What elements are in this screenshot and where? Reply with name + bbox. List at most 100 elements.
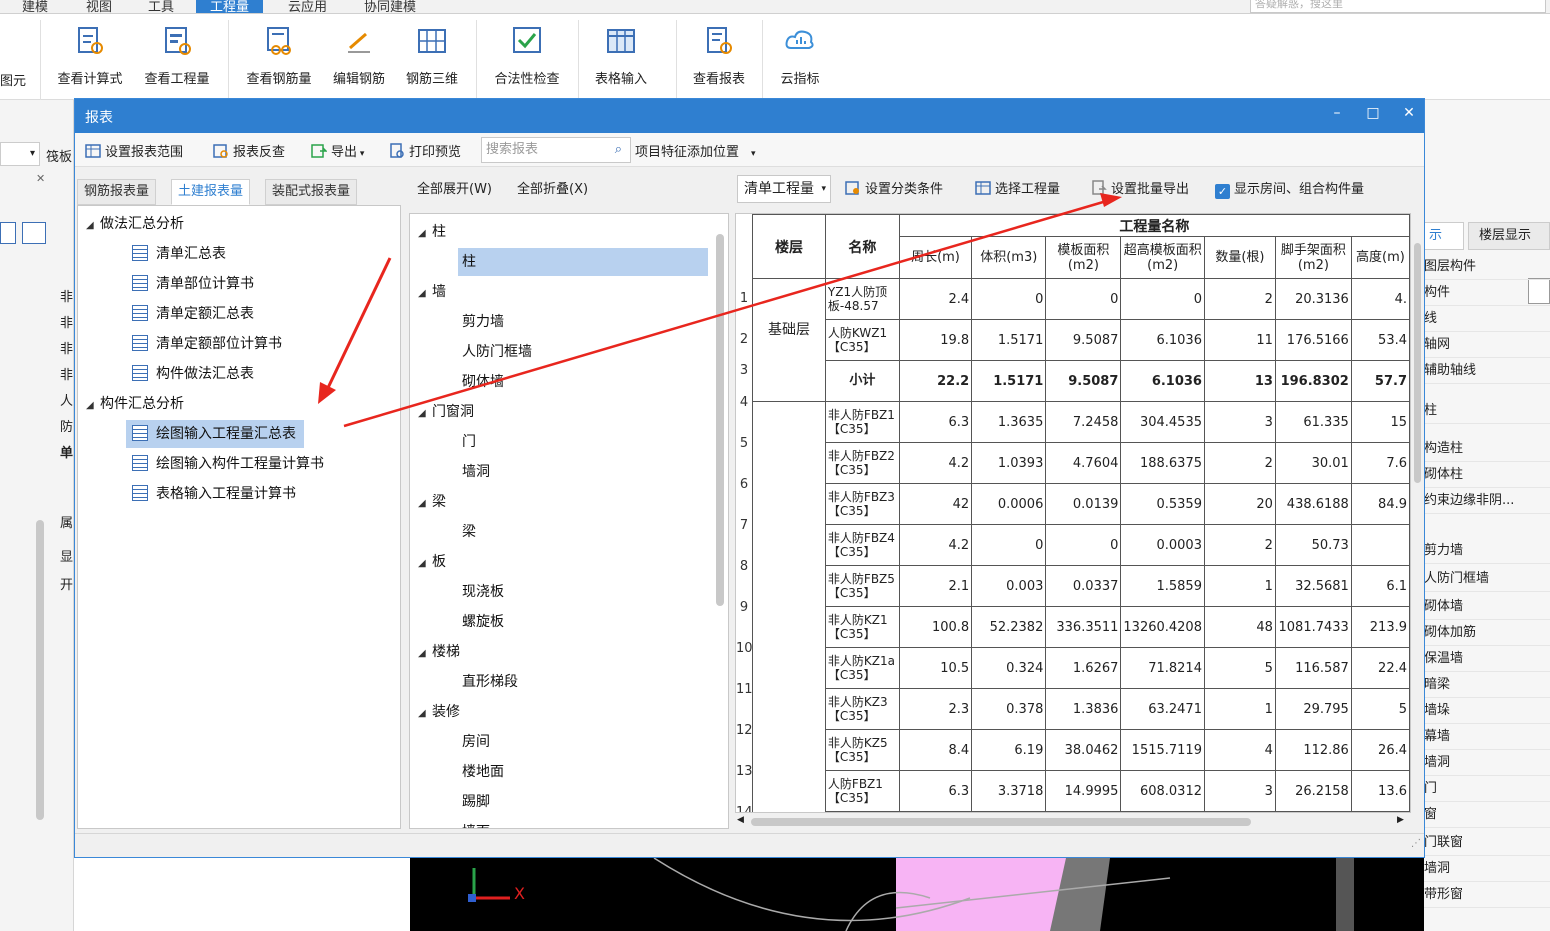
tree-node-slab[interactable]: ◢ 板 — [418, 548, 446, 576]
value-cell[interactable]: 5 — [1350, 688, 1410, 730]
expand-triangle-icon[interactable]: ◢ — [418, 400, 432, 428]
value-cell[interactable]: 30.01 — [1274, 442, 1352, 484]
col-header-name[interactable]: 名称 — [824, 214, 900, 279]
value-cell[interactable]: 336.3511 — [1045, 606, 1122, 648]
value-cell[interactable]: 13 — [1203, 360, 1276, 402]
set-category-button[interactable]: 设置分类条件 — [845, 175, 943, 205]
expand-triangle-icon[interactable]: ◢ — [418, 220, 432, 248]
show-rooms-checkbox[interactable]: ✓ 显示房间、组合构件量 — [1215, 175, 1364, 205]
expand-triangle-icon[interactable]: ◢ — [418, 550, 432, 578]
value-cell[interactable] — [1350, 524, 1410, 566]
value-cell[interactable]: 32.5681 — [1274, 565, 1352, 607]
menu-quantity[interactable]: 工程量 — [196, 0, 264, 13]
tree-leaf[interactable]: 直形梯段 — [462, 668, 518, 696]
grid-view-icon[interactable] — [22, 222, 46, 244]
value-cell[interactable]: 176.5166 — [1274, 319, 1352, 361]
layer-list-item[interactable]: 门联窗 — [1424, 830, 1550, 856]
value-cell[interactable]: 2.1 — [898, 565, 973, 607]
report-item[interactable]: 绘图输入构件工程量计算书 — [132, 450, 324, 478]
tree-leaf[interactable]: 剪力墙 — [462, 308, 504, 336]
table-row[interactable]: 非人防KZ3【C35】 2.3 0.378 1.3836 63.2471 1 29.795 5 — [753, 688, 1410, 730]
value-cell[interactable]: 0 — [1045, 524, 1122, 566]
value-cell[interactable]: 9.5087 — [1045, 360, 1122, 402]
table-row[interactable]: 小计 22.2 1.5171 9.5087 6.1036 13 196.8302 57.7 — [753, 360, 1410, 402]
tree-node-column[interactable]: ◢ 柱 — [418, 218, 446, 246]
select-quantity-button[interactable]: 选择工程量 — [975, 175, 1060, 205]
name-cell[interactable]: 非人防KZ5【C35】 — [824, 729, 900, 771]
col-header-floor[interactable]: 楼层 — [752, 214, 826, 279]
table-row[interactable]: 非人防FBZ5【C35】 2.1 0.003 0.0337 1.5859 1 32.5681… — [753, 565, 1410, 607]
value-cell[interactable]: 0.0006 — [971, 483, 1047, 525]
value-cell[interactable]: 13260.4208 — [1120, 606, 1205, 648]
col-header[interactable]: 周长(m) — [898, 236, 973, 279]
layer-list-item[interactable]: 墙洞 — [1424, 750, 1550, 776]
reverse-check-button[interactable]: 报表反查 — [213, 141, 285, 160]
name-cell[interactable]: 人防KWZ1【C35】 — [824, 319, 900, 361]
validity-check-button[interactable]: 合法性检查 — [488, 24, 566, 87]
value-cell[interactable]: 10.5 — [898, 647, 973, 689]
value-cell[interactable]: 6.1036 — [1120, 319, 1205, 361]
name-cell[interactable]: 人防FBZ1【C35】 — [824, 770, 900, 812]
name-cell[interactable]: 非人防FBZ1【C35】 — [824, 401, 900, 443]
value-cell[interactable]: 1 — [1203, 688, 1276, 730]
table-row[interactable]: 非人防KZ1a【C35】 10.5 0.324 1.6267 71.8214 5 116.5… — [753, 647, 1410, 689]
report-item[interactable]: 清单定额汇总表 — [132, 300, 254, 328]
layer-list-item[interactable]: 砌体柱 — [1424, 462, 1550, 488]
tree-leaf[interactable]: 门 — [462, 428, 476, 456]
tab-rebar-report[interactable]: 钢筋报表量 — [77, 179, 157, 205]
export-dropdown-icon[interactable]: ▾ — [357, 149, 365, 159]
layer-list-item[interactable]: 暗梁 — [1424, 672, 1550, 698]
col-header[interactable]: 体积(m3) — [971, 236, 1047, 279]
col-header[interactable]: 模板面积(m2) — [1045, 236, 1122, 279]
layer-list-item[interactable]: 构造柱 — [1424, 436, 1550, 462]
value-cell[interactable]: 20.3136 — [1274, 278, 1352, 320]
help-search-input[interactable]: 答疑解惑，搜这里 — [1250, 0, 1546, 13]
value-cell[interactable]: 2.4 — [898, 278, 973, 320]
value-cell[interactable]: 3 — [1203, 770, 1276, 812]
expand-triangle-icon[interactable]: ◢ — [418, 640, 432, 668]
value-cell[interactable]: 438.6188 — [1274, 483, 1352, 525]
tree-leaf[interactable]: 房间 — [462, 728, 490, 756]
value-cell[interactable] — [1203, 811, 1276, 812]
dialog-title-bar[interactable]: 报表 – □ ✕ — [75, 99, 1424, 133]
value-cell[interactable]: 26.2158 — [1274, 770, 1352, 812]
expand-triangle-icon[interactable]: ◢ — [418, 700, 432, 728]
value-cell[interactable]: 1081.7433 — [1274, 606, 1352, 648]
value-cell[interactable]: 608.0312 — [1120, 770, 1205, 812]
value-cell[interactable]: 0.0337 — [1045, 565, 1122, 607]
view-rebar-button[interactable]: 查看钢筋量 — [240, 24, 318, 87]
value-cell[interactable]: 5 — [1203, 647, 1276, 689]
tree-node-decoration[interactable]: ◢ 装修 — [418, 698, 460, 726]
scroll-left-icon[interactable]: ◀ — [737, 815, 744, 825]
value-cell[interactable]: 3.3718 — [971, 770, 1047, 812]
value-cell[interactable] — [971, 811, 1047, 812]
tree-leaf-selected[interactable]: 柱 — [458, 248, 708, 276]
report-item-selected[interactable]: 绘图输入工程量汇总表 — [126, 420, 304, 448]
table-row[interactable]: 基础层 YZ1人防顶板-48.57 2.4 0 0 0 2 20.3136 4. — [752, 278, 1410, 402]
value-cell[interactable]: 2.3 — [898, 688, 973, 730]
tree-node-door-window[interactable]: ◢ 门窗洞 — [418, 398, 474, 426]
tab-show[interactable]: 示 — [1424, 222, 1464, 250]
value-cell[interactable]: 71.8214 — [1120, 647, 1205, 689]
value-cell[interactable] — [1274, 811, 1352, 812]
value-cell[interactable]: 7.2458 — [1045, 401, 1122, 443]
value-cell[interactable]: 1.6267 — [1045, 647, 1122, 689]
value-cell[interactable]: 0 — [1045, 278, 1122, 320]
tab-floor-display[interactable]: 楼层显示 — [1468, 222, 1550, 250]
print-preview-button[interactable]: 打印预览 — [389, 141, 461, 160]
value-cell[interactable]: 48 — [1203, 606, 1276, 648]
batch-export-button[interactable]: 设置批量导出 — [1091, 175, 1189, 205]
expand-all-button[interactable]: 全部展开(W) — [417, 175, 492, 205]
value-cell[interactable]: 22.2 — [898, 360, 973, 402]
expand-triangle-icon[interactable]: ◢ — [86, 212, 100, 240]
value-cell[interactable]: 1.3635 — [971, 401, 1047, 443]
layer-list-item[interactable]: 剪力墙 — [1424, 538, 1550, 564]
value-cell[interactable]: 2 — [1203, 278, 1276, 320]
value-cell[interactable]: 4.7604 — [1045, 442, 1122, 484]
layer-list-item[interactable]: 保温墙 — [1424, 646, 1550, 672]
menu-view[interactable]: 视图 — [86, 0, 112, 13]
value-cell[interactable]: 1 — [1203, 565, 1276, 607]
tree-node-wall[interactable]: ◢ 墙 — [418, 278, 446, 306]
name-cell[interactable]: 非人防KZ3【C35】 — [824, 688, 900, 730]
layer-list-item[interactable]: 幕墙 — [1424, 724, 1550, 750]
